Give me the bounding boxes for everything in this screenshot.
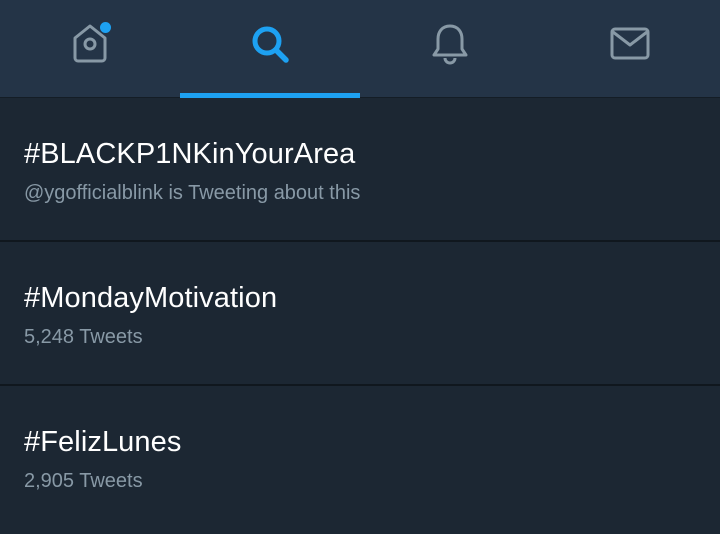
bell-icon	[426, 20, 474, 68]
app-window: #BLACKP1NKinYourArea @ygofficialblink is…	[0, 0, 720, 534]
search-icon	[246, 20, 294, 68]
tab-bar	[0, 0, 720, 98]
trend-name: #MondayMotivation	[24, 282, 278, 314]
trend-meta: 5,248 Tweets	[24, 326, 143, 348]
trend-item[interactable]: #MondayMotivation 5,248 Tweets	[0, 242, 720, 386]
tab-notifications[interactable]	[360, 0, 540, 98]
envelope-icon	[606, 20, 654, 68]
trend-item[interactable]: #BLACKP1NKinYourArea @ygofficialblink is…	[0, 98, 720, 242]
tab-search[interactable]	[180, 0, 360, 98]
home-icon	[66, 20, 114, 68]
notification-badge-dot	[100, 22, 111, 33]
tab-home[interactable]	[0, 0, 180, 98]
trend-item[interactable]: #FelizLunes 2,905 Tweets	[0, 386, 720, 530]
trend-meta: @ygofficialblink is Tweeting about this	[24, 182, 361, 204]
trend-name: #BLACKP1NKinYourArea	[24, 138, 356, 170]
trends-list: #BLACKP1NKinYourArea @ygofficialblink is…	[0, 98, 720, 530]
trend-meta: 2,905 Tweets	[24, 470, 143, 492]
tab-messages[interactable]	[540, 0, 720, 98]
trend-name: #FelizLunes	[24, 426, 182, 458]
